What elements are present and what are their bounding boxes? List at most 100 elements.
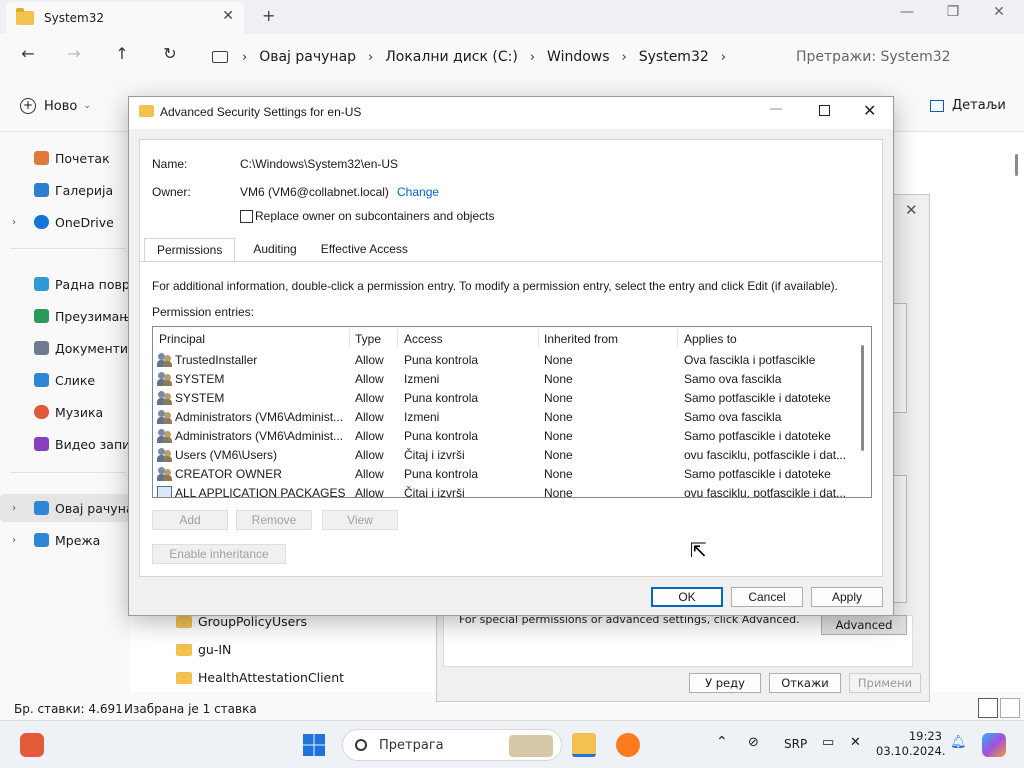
column-separator[interactable] [538, 329, 539, 347]
breadcrumb-local-disk[interactable]: Локални диск (C:) [385, 49, 518, 65]
advanced-button[interactable]: Advanced [821, 615, 907, 635]
table-row[interactable]: CREATOR OWNER Allow Puna kontrola None Samo … [153, 465, 859, 484]
list-scrollbar[interactable] [893, 303, 907, 413]
list-item[interactable]: HealthAttestationClient [176, 670, 344, 685]
sidebar-item-music[interactable]: Музика [0, 398, 130, 426]
table-row[interactable]: Administrators (VM6\Administ... Allow Puna… [153, 427, 859, 446]
column-separator[interactable] [677, 329, 678, 347]
change-owner-link[interactable]: Change [397, 185, 439, 199]
sidebar-item-this-pc[interactable]: › Овај рачунар [0, 494, 141, 522]
display-icon[interactable]: ▭ [822, 735, 834, 750]
cancel-button[interactable]: Откажи [769, 673, 841, 693]
column-access[interactable]: Access [404, 332, 443, 346]
weather-widget-icon[interactable] [20, 733, 44, 757]
view-button[interactable]: View [322, 510, 398, 530]
sidebar-item-documents[interactable]: Документи [0, 334, 130, 362]
column-type[interactable]: Type [355, 332, 381, 346]
ok-button[interactable]: OK [651, 587, 723, 607]
list-item[interactable]: gu-IN [176, 642, 231, 657]
cell-type: Allow [355, 372, 384, 386]
tab-system32[interactable]: System32 ✕ [6, 2, 244, 34]
volume-muted-icon[interactable]: ✕ [850, 735, 861, 750]
table-row[interactable]: Users (VM6\Users) Allow Čitaj i izvrši None… [153, 446, 859, 465]
forward-button[interactable]: → [60, 44, 88, 63]
table-row[interactable]: ALL APPLICATION PACKAGES Allow Čitaj i izv… [153, 484, 859, 497]
sidebar-item-network[interactable]: › Мрежа [0, 526, 130, 554]
chevron-up-icon[interactable]: ⌃ [716, 734, 728, 750]
chevron-right-icon[interactable]: › [12, 535, 16, 546]
refresh-button[interactable]: ↻ [156, 44, 184, 63]
apply-button[interactable]: Примени [849, 673, 921, 693]
sidebar-item-downloads[interactable]: Преузимања [0, 302, 138, 330]
sidebar-item-videos[interactable]: Видео записи [0, 430, 145, 458]
permission-entries-table[interactable]: Principal Type Access Inherited from App… [152, 326, 872, 498]
chevron-right-icon[interactable]: › [721, 50, 726, 65]
name-value[interactable]: C:\Windows\System32\en-US [240, 157, 398, 171]
tiles-view-button[interactable] [1000, 698, 1020, 718]
chevron-right-icon: › [242, 49, 248, 65]
table-row[interactable]: Administrators (VM6\Administ... Allow Izme… [153, 408, 859, 427]
sidebar-item-gallery[interactable]: Галерија [0, 176, 130, 204]
ok-button[interactable]: У реду [689, 673, 761, 693]
table-row[interactable]: SYSTEM Allow Izmeni None Samo ova fascikla [153, 370, 859, 389]
close-dialog-button[interactable]: ✕ [863, 101, 876, 120]
sidebar-item-desktop[interactable]: Радна површ [0, 270, 141, 298]
breadcrumb-system32[interactable]: System32 [639, 49, 709, 65]
cell-access: Čitaj i izvrši [404, 448, 465, 462]
network-off-icon[interactable]: ⊘ [748, 735, 759, 750]
minimize-button[interactable]: — [892, 4, 922, 20]
dialog-tabs: Permissions Auditing Effective Access [144, 238, 420, 262]
copilot-icon[interactable] [982, 733, 1006, 757]
back-button[interactable]: ← [14, 44, 42, 63]
tab-auditing[interactable]: Auditing [241, 238, 309, 262]
enable-inheritance-button[interactable]: Enable inheritance [152, 544, 286, 564]
column-separator[interactable] [397, 329, 398, 347]
notification-bell-icon[interactable]: 🔔︎ [950, 735, 967, 750]
cell-applies-to: Samo potfascikle i datoteke [684, 391, 831, 405]
cancel-button[interactable]: Cancel [731, 587, 803, 607]
apply-button[interactable]: Apply [811, 587, 883, 607]
table-row[interactable]: SYSTEM Allow Puna kontrola None Samo potfasc… [153, 389, 859, 408]
details-button[interactable]: Детаљи [930, 98, 1006, 113]
chevron-right-icon[interactable]: › [12, 217, 16, 228]
new-tab-button[interactable]: + [262, 6, 275, 25]
language-indicator[interactable]: SRP [784, 737, 807, 751]
sidebar-item-home[interactable]: Почетак [0, 144, 130, 172]
remove-button[interactable]: Remove [236, 510, 312, 530]
folder-icon [16, 8, 34, 25]
vertical-scrollbar[interactable] [1015, 154, 1018, 176]
close-tab-icon[interactable]: ✕ [222, 8, 234, 24]
start-button[interactable] [302, 733, 326, 757]
breadcrumb-windows[interactable]: Windows [547, 49, 610, 65]
chevron-right-icon[interactable]: › [12, 503, 16, 514]
close-icon[interactable]: ✕ [905, 201, 918, 219]
column-applies-to[interactable]: Applies to [684, 332, 737, 346]
address-bar[interactable]: › Овај рачунар › Локални диск (C:) › Win… [202, 40, 770, 74]
details-view-button[interactable] [978, 698, 998, 718]
column-separator[interactable] [349, 329, 350, 347]
file-explorer-icon[interactable] [572, 733, 596, 757]
maximize-button[interactable]: ❐ [938, 4, 968, 20]
firefox-icon[interactable] [616, 733, 640, 757]
new-button[interactable]: + Ново ⌄ [20, 98, 91, 114]
list-scrollbar[interactable] [893, 475, 907, 603]
breadcrumb-this-pc[interactable]: Овај рачунар [259, 49, 356, 65]
clock[interactable]: 19:23 03.10.2024. [876, 729, 946, 759]
up-button[interactable]: ↑ [108, 44, 136, 63]
column-principal[interactable]: Principal [159, 332, 205, 346]
search-input[interactable]: Претражи: System32 [782, 40, 1018, 74]
add-button[interactable]: Add [152, 510, 228, 530]
maximize-button[interactable] [819, 105, 830, 116]
taskbar-search[interactable]: Претрага [342, 729, 562, 761]
cell-inherited-from: None [544, 448, 573, 462]
tab-effective-access[interactable]: Effective Access [308, 238, 420, 262]
sidebar-item-pictures[interactable]: Слике [0, 366, 130, 394]
sidebar-item-onedrive[interactable]: › OneDrive [0, 208, 130, 236]
table-row[interactable]: TrustedInstaller Allow Puna kontrola None Ov… [153, 351, 859, 370]
column-inherited-from[interactable]: Inherited from [544, 332, 618, 346]
close-window-button[interactable]: ✕ [984, 4, 1014, 20]
list-item[interactable]: GroupPolicyUsers [176, 614, 307, 629]
tab-permissions[interactable]: Permissions [144, 238, 236, 262]
replace-owner-checkbox[interactable] [240, 210, 253, 223]
table-scrollbar[interactable] [861, 345, 864, 451]
